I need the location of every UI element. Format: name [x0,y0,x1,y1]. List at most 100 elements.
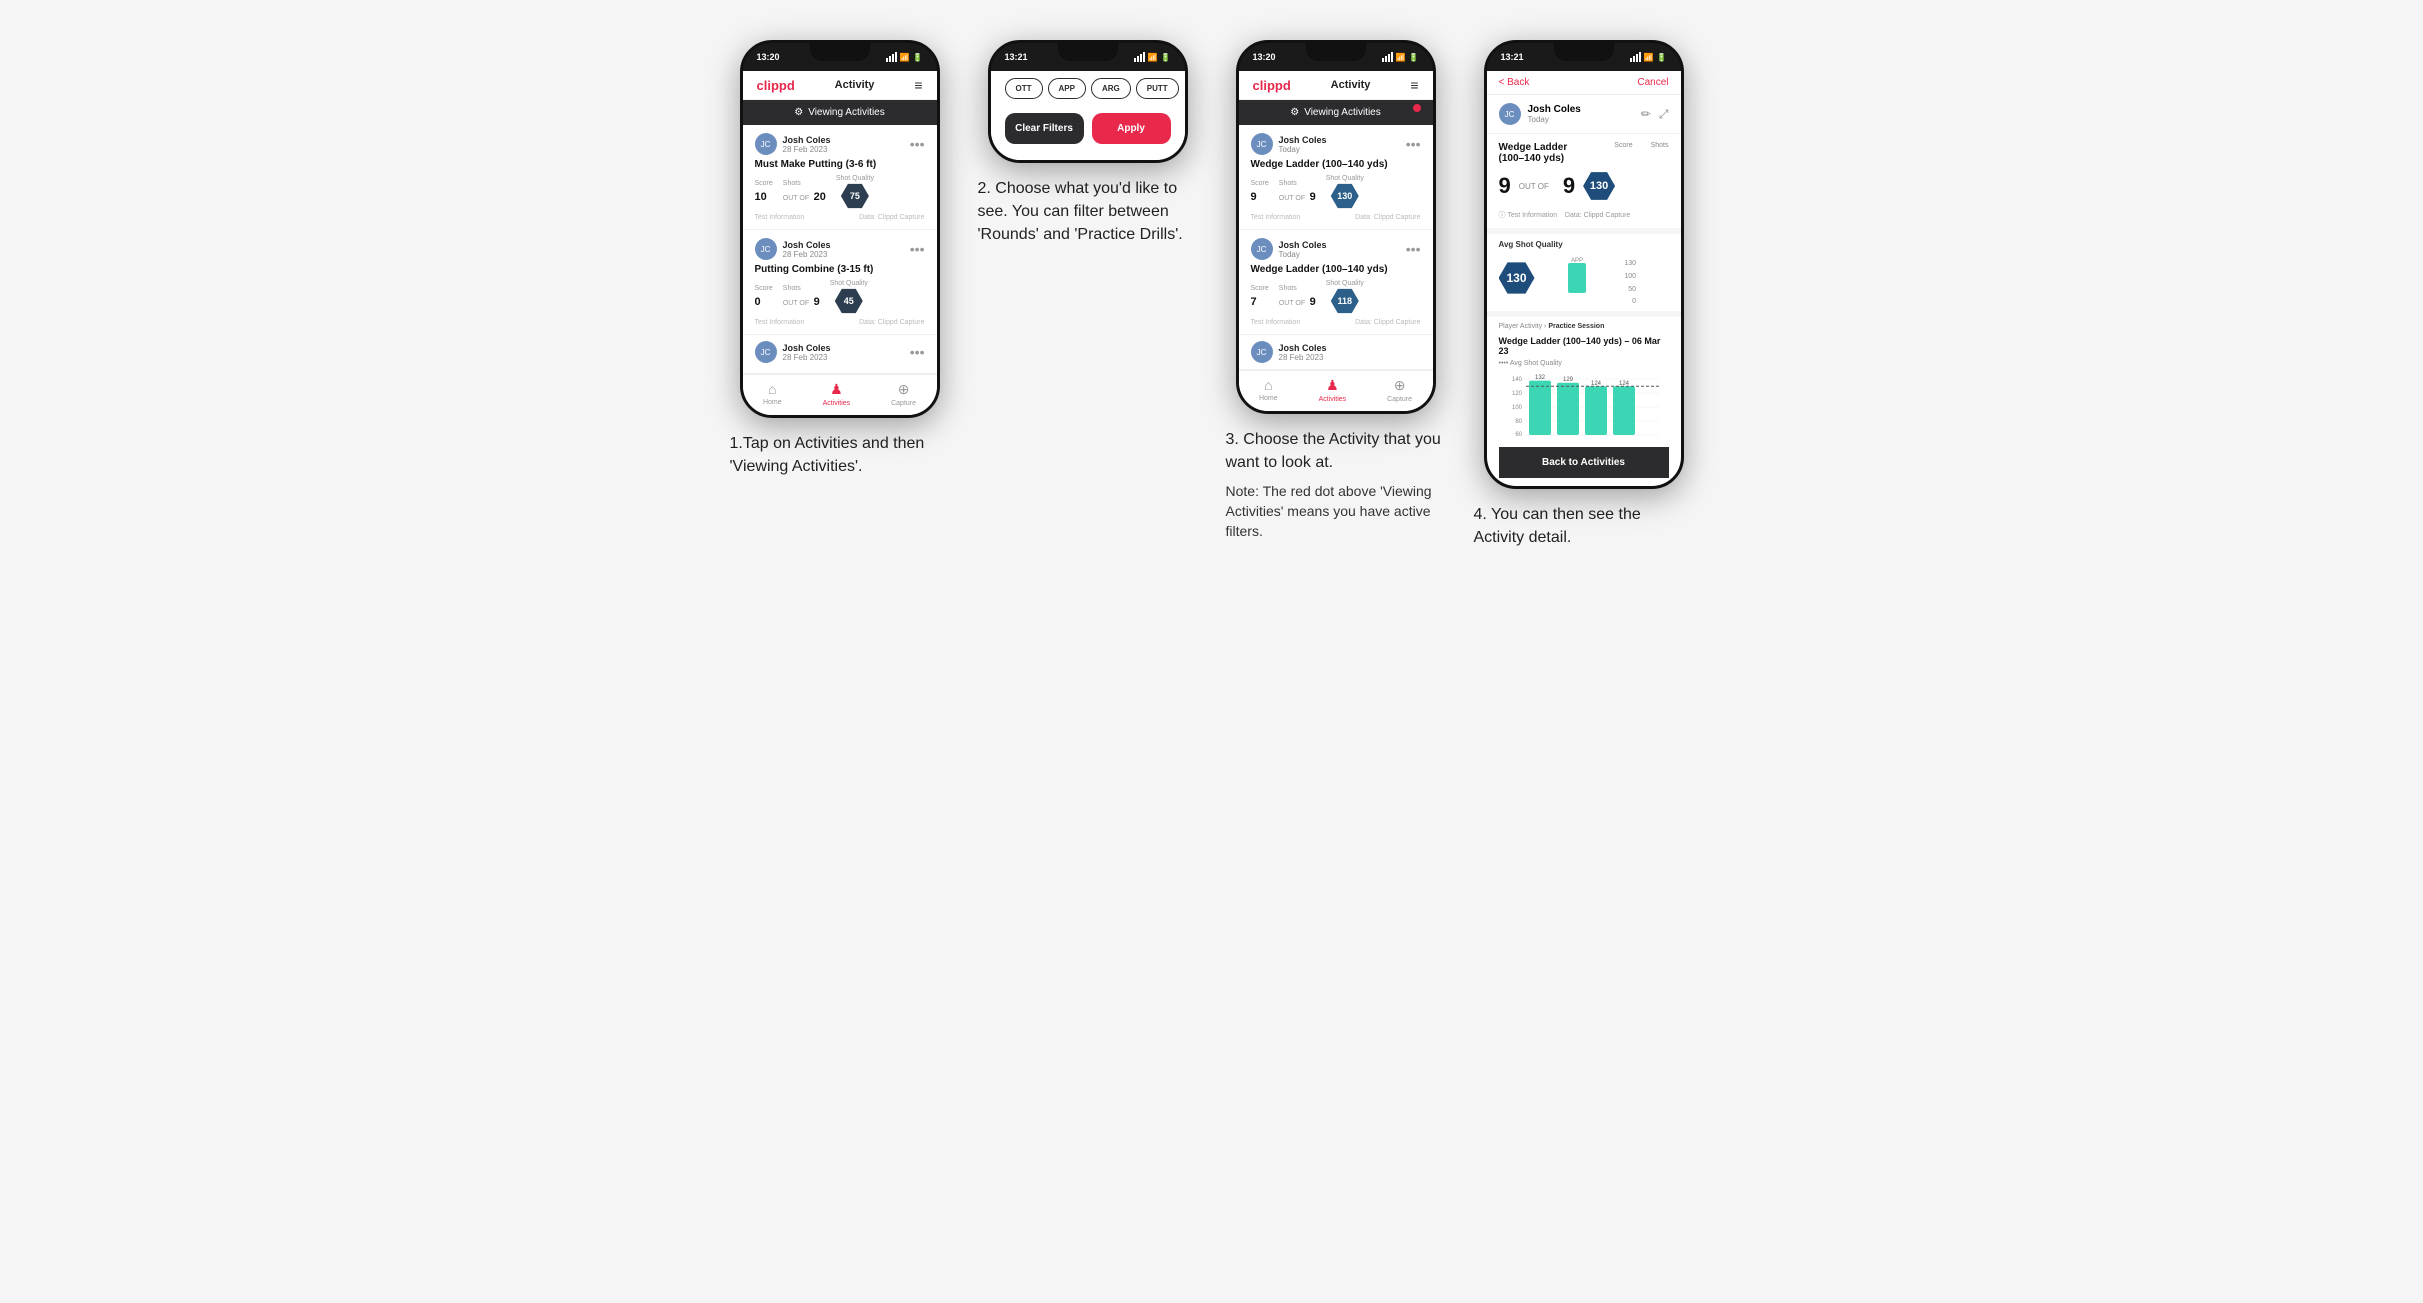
activity-card-3-3[interactable]: JC Josh Coles 28 Feb 2023 [1239,335,1433,370]
svg-text:132: 132 [1534,375,1545,381]
card-footer-1-2: Test Information Data: Clippd Capture [755,319,925,326]
user-name-1-1: Josh Coles [783,135,831,145]
svg-text:140: 140 [1511,377,1522,383]
nav-home-3[interactable]: ⌂ Home [1259,377,1278,403]
user-info-3-1: Josh Coles Today [1279,135,1327,154]
nav-activities-1[interactable]: ♟ Activities [823,381,851,407]
settings-icon-3: ⚙ [1290,107,1299,118]
user-date-3-3: 28 Feb 2023 [1279,353,1327,362]
outof-stat-1-2: Shots OUT OF 9 [783,285,820,310]
data-source-1-1: Data: Clippd Capture [859,214,924,221]
battery-icon-1: 🔋 [913,53,923,62]
card-stats-1-1: Score 10 Shots OUT OF 20 Shot Quality 75 [755,175,925,210]
sq-stat-1-2: Shot Quality 45 [830,280,868,315]
detail-hex-4: 130 [1583,170,1615,202]
score-stat-3-2: Score 7 [1251,285,1269,310]
info-text1-4: Test Information [1507,212,1557,219]
detail-stat-row-4: 9 OUT OF 9 130 [1499,170,1669,202]
shots-val-3-1: 9 [1310,191,1316,203]
svg-text:129: 129 [1562,377,1573,383]
activity-card-3-2[interactable]: JC Josh Coles Today ••• Wedge Ladder (10… [1239,230,1433,335]
detail-user-info-4: Josh Coles Today [1528,104,1581,124]
edit-icon-4[interactable]: ✏ [1641,107,1651,122]
pill-putt-2[interactable]: PUTT [1136,78,1179,99]
detail-stat-labels-4: Score Shots [1614,142,1668,149]
notch-3 [1306,43,1366,61]
apply-btn-2[interactable]: Apply [1092,113,1171,144]
activity-card-1-3[interactable]: JC Josh Coles 28 Feb 2023 ••• [743,335,937,374]
detail-user-row-4: JC Josh Coles Today ✏ ⤢ [1487,95,1681,134]
shots-val-1-1: 20 [814,191,826,203]
status-bar-1: 13:20 📶 🔋 [743,43,937,71]
app-header-1: clippd Activity ≡ [743,71,937,100]
viewing-activities-label-1: Viewing Activities [808,107,885,118]
wifi-icon-4: 📶 [1644,53,1654,62]
detail-outof-4: OUT OF [1519,182,1549,191]
home-icon-3: ⌂ [1264,377,1272,393]
dots-1-1[interactable]: ••• [910,137,925,151]
pill-ott-2[interactable]: OTT [1005,78,1043,99]
back-to-activities-4[interactable]: Back to Activities [1499,447,1669,478]
pill-arg-2[interactable]: ARG [1091,78,1131,99]
caption-4: 4. You can then see the Activity detail. [1474,503,1694,549]
capture-label-3: Capture [1387,396,1412,403]
nav-activities-3[interactable]: ♟ Activities [1319,377,1347,403]
activity-card-1-1[interactable]: JC Josh Coles 28 Feb 2023 ••• Must Make … [743,125,937,230]
status-icons-2: 📶 🔋 [1134,52,1171,62]
sq-hex-1-1: 75 [836,182,874,210]
outof-1-1: OUT OF [783,195,809,202]
bottom-nav-1: ⌂ Home ♟ Activities ⊕ Capture [743,374,937,415]
nav-capture-3[interactable]: ⊕ Capture [1387,377,1412,403]
user-info-1-1: Josh Coles 28 Feb 2023 [783,135,831,154]
screen-2: clippd Activity ≡ ⚙ Viewing Activities J… [991,71,1185,160]
svg-text:120: 120 [1511,391,1522,397]
capture-icon-3: ⊕ [1394,377,1406,394]
shots-val-3-2: 9 [1310,296,1316,308]
home-icon-1: ⌂ [768,381,776,397]
viewing-activities-bar-1[interactable]: ⚙ Viewing Activities [743,100,937,125]
info-1-2: Test Information [755,319,805,326]
card-stats-3-2: Score 7 Shots OUT OF 9 Shot Quality 118 [1251,280,1421,315]
pill-app-2[interactable]: APP [1048,78,1086,99]
card-footer-1-1: Test Information Data: Clippd Capture [755,214,925,221]
card-title-1-1: Must Make Putting (3-6 ft) [755,159,925,170]
dots-3-2[interactable]: ••• [1406,242,1421,256]
score-label-1-2: Score [755,285,773,292]
expand-icon-4[interactable]: ⤢ [1659,107,1669,122]
menu-icon-1[interactable]: ≡ [914,77,922,93]
avatar-4: JC [1499,103,1521,125]
pd-section-label-2: Practice Drills [1005,71,1171,72]
detail-user-date-4: Today [1528,115,1581,124]
user-name-1-2: Josh Coles [783,240,831,250]
phone-block-1: 13:20 📶 🔋 clippd Activity ≡ [730,40,950,478]
info-3-1: Test Information [1251,214,1301,221]
nav-capture-1[interactable]: ⊕ Capture [891,381,916,407]
cancel-btn-4[interactable]: Cancel [1637,77,1668,88]
clear-filters-btn-2[interactable]: Clear Filters [1005,113,1084,144]
card-user-1-3: JC Josh Coles 28 Feb 2023 [755,341,831,363]
card-user-3-2: JC Josh Coles Today [1251,238,1327,260]
outof-stat-3-1: Shots OUT OF 9 [1279,180,1316,205]
svg-text:APP: APP [1570,258,1582,264]
menu-icon-3[interactable]: ≡ [1410,77,1418,93]
card-header-3-1: JC Josh Coles Today ••• [1251,133,1421,155]
red-dot-3 [1413,104,1421,112]
activity-card-1-2[interactable]: JC Josh Coles 28 Feb 2023 ••• Putting Co… [743,230,937,335]
hex-1-2: 45 [835,287,863,315]
dots-1-2[interactable]: ••• [910,242,925,256]
detail-title-row-4: Wedge Ladder(100–140 yds) Score Shots [1499,142,1669,164]
viewing-activities-bar-3[interactable]: ⚙ Viewing Activities [1239,100,1433,125]
shots-val-1-2: 9 [814,296,820,308]
activity-card-3-1[interactable]: JC Josh Coles Today ••• Wedge Ladder (10… [1239,125,1433,230]
drill-session-title-4: Wedge Ladder (100–140 yds) – 06 Mar 23 [1499,336,1669,356]
dots-3-1[interactable]: ••• [1406,137,1421,151]
dots-1-3[interactable]: ••• [910,345,925,359]
app-header-3: clippd Activity ≡ [1239,71,1433,100]
card-header-1-2: JC Josh Coles 28 Feb 2023 ••• [755,238,925,260]
battery-icon-2: 🔋 [1161,53,1171,62]
sq-label-1-1: Shot Quality [836,175,874,182]
mini-chart-svg-4: 130 100 50 0 APP [1543,253,1669,303]
avg-sq-label-4: Avg Shot Quality [1499,240,1669,249]
nav-home-1[interactable]: ⌂ Home [763,381,782,407]
back-btn-4[interactable]: < Back [1499,77,1530,88]
